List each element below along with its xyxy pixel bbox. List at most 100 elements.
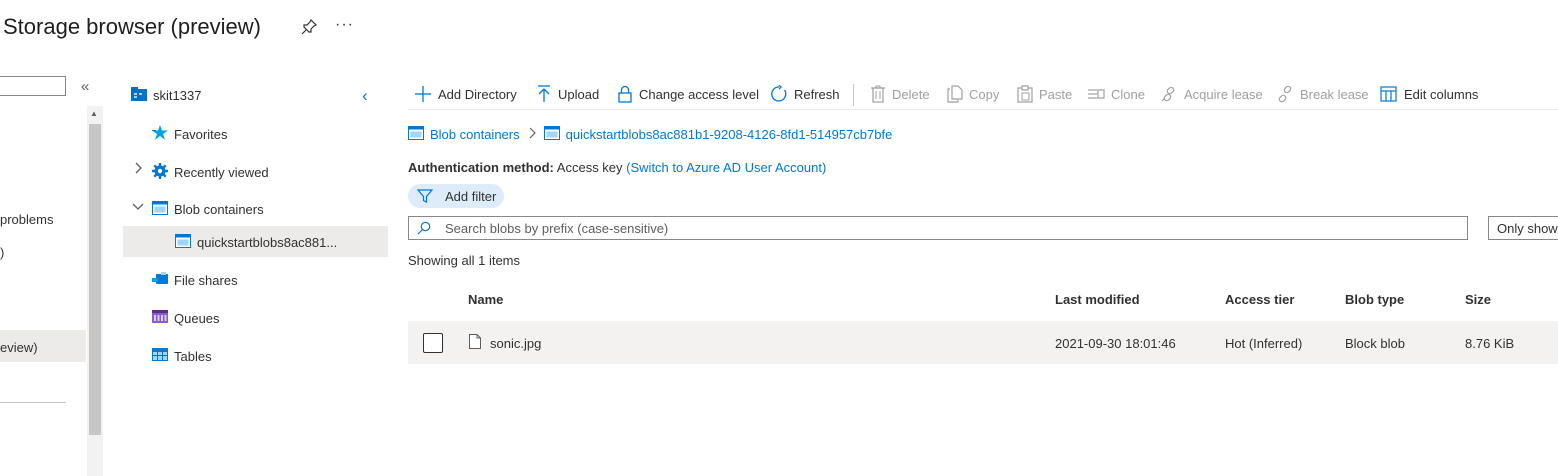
- collapse-menu-icon[interactable]: «: [81, 78, 89, 95]
- container-icon: [543, 126, 560, 143]
- delete-label: Delete: [892, 86, 930, 102]
- column-header-name[interactable]: Name: [468, 292, 503, 307]
- resource-menu-item[interactable]: problems: [0, 212, 53, 227]
- upload-button[interactable]: Upload: [536, 85, 599, 103]
- tree-item-queues[interactable]: Queues: [152, 310, 220, 326]
- page-title: Storage browser (preview): [3, 14, 261, 39]
- clone-label: Clone: [1111, 86, 1145, 102]
- menu-scrollbar-thumb[interactable]: [89, 124, 101, 435]
- tree-item-label: Tables: [174, 348, 212, 364]
- add-filter-label: Add filter: [445, 188, 497, 204]
- switch-auth-link[interactable]: (Switch to Azure AD User Account): [626, 160, 826, 175]
- trash-icon: [871, 85, 885, 103]
- edit-columns-button[interactable]: Edit columns: [1380, 85, 1478, 103]
- tree-item-label: Blob containers: [174, 202, 264, 217]
- add-directory-button[interactable]: Add Directory: [414, 85, 517, 103]
- delete-button[interactable]: Delete: [870, 85, 930, 103]
- chevron-down-icon[interactable]: [131, 201, 145, 216]
- upload-label: Upload: [558, 86, 600, 102]
- breadcrumb: Blob containers quickstartblobs8ac881b1-…: [408, 126, 892, 143]
- tree-item-recently-viewed[interactable]: Recently viewed: [152, 163, 269, 182]
- gear-icon: [152, 163, 168, 182]
- tree-item-blob-containers[interactable]: Blob containers: [152, 201, 264, 218]
- breadcrumb-blob-containers-link[interactable]: Blob containers: [430, 127, 520, 142]
- queue-icon: [152, 310, 168, 326]
- breadcrumb-separator: [528, 127, 536, 142]
- resource-menu-item[interactable]: ): [0, 245, 4, 260]
- column-header-last-modified[interactable]: Last modified: [1055, 292, 1140, 307]
- column-header-size[interactable]: Size: [1465, 292, 1491, 307]
- edit-columns-icon: [1380, 86, 1397, 102]
- refresh-label: Refresh: [794, 86, 840, 102]
- search-placeholder: Search blobs by prefix (case-sensitive): [445, 220, 669, 236]
- tree-item-label: quickstartblobs8ac881...: [197, 235, 338, 250]
- lock-icon: [618, 85, 632, 103]
- tree-item-favorites[interactable]: Favorites: [152, 125, 227, 143]
- acquire-lease-label: Acquire lease: [1184, 86, 1263, 102]
- cell-last-modified: 2021-09-30 18:01:46: [1055, 336, 1176, 351]
- add-filter-button[interactable]: Add filter: [408, 184, 504, 208]
- refresh-button[interactable]: Refresh: [770, 85, 840, 103]
- scroll-up-arrow-icon[interactable]: ▲: [90, 109, 98, 118]
- only-show-dropdown[interactable]: Only show: [1488, 216, 1558, 240]
- copy-icon: [947, 85, 963, 103]
- break-lease-button[interactable]: Break lease: [1276, 85, 1369, 103]
- clone-icon: [1088, 89, 1105, 99]
- upload-arrow-icon: [538, 85, 550, 102]
- copy-button[interactable]: Copy: [947, 85, 999, 103]
- paste-label: Paste: [1039, 86, 1073, 102]
- table-icon: [152, 348, 168, 364]
- copy-label: Copy: [969, 86, 1000, 102]
- auth-method-value: Access key: [556, 160, 623, 175]
- plus-icon: [415, 86, 431, 102]
- tree-item-container[interactable]: quickstartblobs8ac881...: [175, 234, 337, 251]
- cell-size: 8.76 KiB: [1465, 336, 1515, 351]
- more-options-button[interactable]: ···: [335, 16, 354, 34]
- auth-method-label: Authentication method:: [408, 160, 554, 175]
- star-icon: [152, 125, 168, 143]
- tree-item-label: Queues: [174, 310, 220, 326]
- tree-item-tables[interactable]: Tables: [152, 348, 212, 364]
- filter-icon: [417, 189, 433, 203]
- tree-item-label: Favorites: [174, 126, 228, 142]
- change-access-level-label: Change access level: [639, 86, 759, 102]
- acquire-lease-button[interactable]: Acquire lease: [1160, 85, 1263, 103]
- account-name: skit1337: [153, 88, 202, 103]
- pin-icon[interactable]: [300, 18, 318, 36]
- clone-button[interactable]: Clone: [1087, 85, 1145, 103]
- add-directory-label: Add Directory: [438, 86, 517, 102]
- row-select-checkbox[interactable]: [423, 333, 443, 353]
- collapse-tree-chevron-icon[interactable]: ‹: [362, 86, 368, 106]
- chevron-right-icon[interactable]: [133, 161, 143, 178]
- blob-name-link[interactable]: sonic.jpg: [490, 336, 541, 351]
- search-input[interactable]: Search blobs by prefix (case-sensitive): [408, 216, 1468, 240]
- change-access-level-button[interactable]: Change access level: [617, 85, 759, 103]
- toolbar-separator: [853, 84, 854, 106]
- container-icon: [152, 201, 168, 218]
- file-share-icon: [152, 272, 168, 289]
- resource-menu-item-storage-browser[interactable]: eview): [0, 340, 38, 355]
- paste-icon: [1017, 85, 1033, 103]
- tree-item-label: Recently viewed: [174, 165, 269, 180]
- link-icon: [1161, 86, 1175, 102]
- container-icon: [175, 234, 191, 251]
- tree-item-account[interactable]: skit1337: [131, 87, 201, 104]
- storage-account-icon: [131, 87, 147, 104]
- toolbar-divider: [408, 109, 1558, 110]
- paste-button[interactable]: Paste: [1017, 85, 1072, 103]
- broken-link-icon: [1278, 85, 1292, 103]
- container-icon: [408, 126, 424, 143]
- breadcrumb-current-container[interactable]: quickstartblobs8ac881b1-9208-4126-8fd1-5…: [566, 127, 893, 142]
- tree-item-label: File shares: [174, 273, 238, 288]
- items-count-status: Showing all 1 items: [408, 253, 520, 268]
- auth-method-line: Authentication method: Access key (Switc…: [408, 160, 826, 175]
- refresh-icon: [771, 85, 787, 102]
- column-header-access-tier[interactable]: Access tier: [1225, 292, 1294, 307]
- cell-access-tier: Hot (Inferred): [1225, 336, 1303, 351]
- search-icon: [417, 221, 431, 235]
- document-icon: [469, 334, 481, 354]
- resource-menu-search-input[interactable]: [0, 76, 66, 96]
- tree-item-file-shares[interactable]: File shares: [152, 272, 238, 289]
- cell-blob-type: Block blob: [1345, 336, 1405, 351]
- column-header-blob-type[interactable]: Blob type: [1345, 292, 1404, 307]
